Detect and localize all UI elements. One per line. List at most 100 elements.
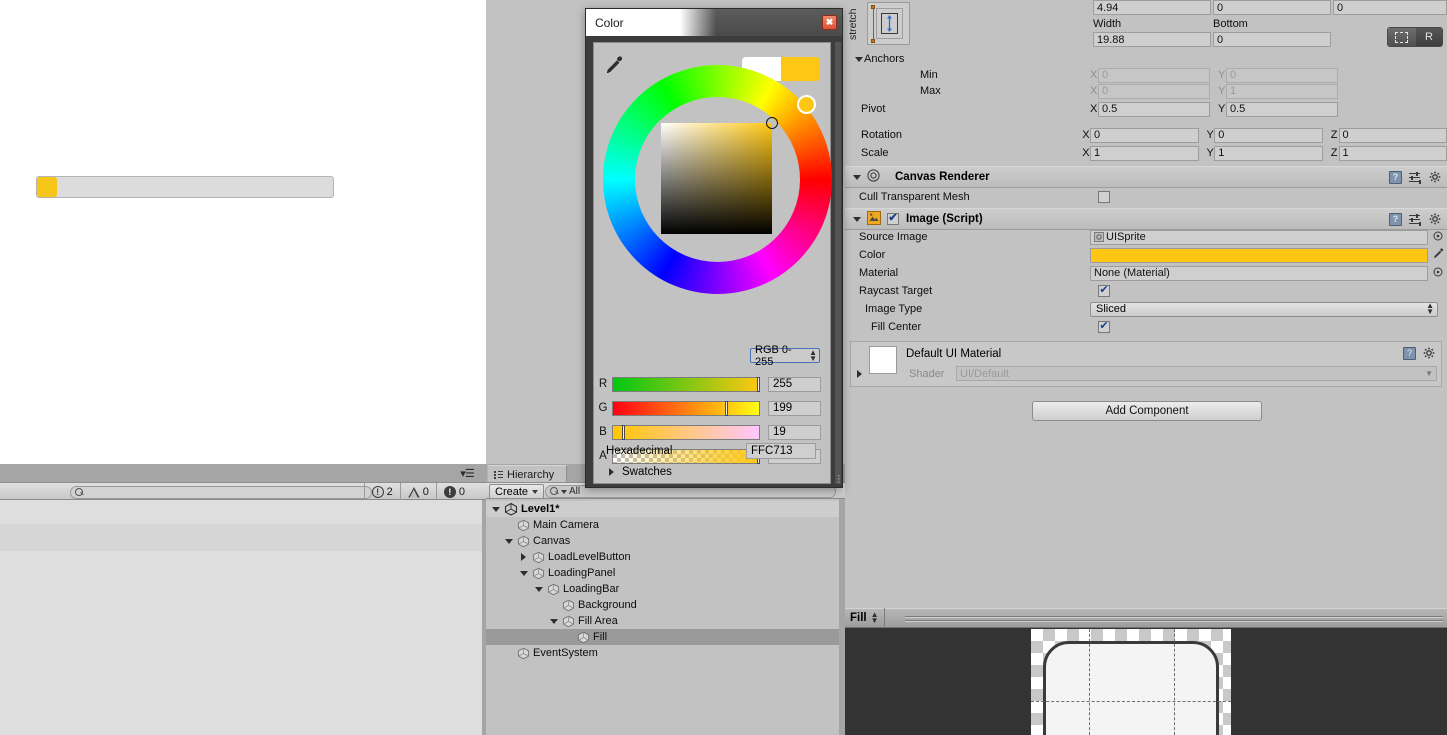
hierarchy-item-fill[interactable]: Fill — [486, 629, 839, 645]
help-icon[interactable]: ? — [1403, 347, 1416, 360]
image-script-foldout-icon[interactable] — [851, 214, 862, 225]
console-error-count[interactable]: ! 0 — [435, 483, 472, 501]
console-log-list[interactable] — [0, 500, 482, 735]
scene-foldout-icon[interactable] — [490, 504, 501, 515]
help-icon[interactable]: ? — [1389, 212, 1402, 226]
create-button[interactable]: Create — [489, 484, 545, 499]
console-warning-count[interactable]: 0 — [399, 483, 436, 501]
preset-icon[interactable] — [1409, 213, 1422, 225]
posz-field[interactable]: 0 — [1333, 0, 1447, 15]
help-icon[interactable]: ? — [1389, 170, 1402, 184]
color-eyedropper-icon[interactable] — [1433, 248, 1444, 262]
bottom-field[interactable]: 0 — [1213, 32, 1331, 47]
scale-z-field[interactable]: 1 — [1338, 145, 1447, 161]
blueprint-mode-button[interactable] — [1388, 28, 1416, 46]
gear-icon[interactable] — [1429, 213, 1442, 226]
color-dialog-scrollbar[interactable] — [835, 42, 841, 484]
fill-center-checkbox[interactable] — [1098, 321, 1110, 333]
channel-knob[interactable] — [757, 376, 760, 392]
pivot-x-field[interactable]: 0.5 — [1098, 101, 1210, 117]
material-field[interactable]: None (Material) — [1090, 265, 1428, 281]
anchor-max-x-field[interactable]: 0 — [1098, 83, 1210, 99]
source-image-field[interactable]: UISprite — [1090, 229, 1428, 245]
color-mode-dropdown[interactable]: RGB 0-255 ▲ ▼ — [750, 344, 820, 368]
material-foldout-icon[interactable] — [854, 368, 865, 379]
channel-value-g[interactable]: 199 — [768, 400, 821, 416]
hierarchy-scene-row[interactable]: Level1* — [486, 501, 839, 517]
blueprint-raw-toggle[interactable]: R — [1387, 27, 1443, 47]
channel-slider-b[interactable] — [612, 424, 760, 440]
gear-icon[interactable] — [1423, 347, 1436, 360]
image-script-enabled-checkbox[interactable] — [887, 213, 899, 225]
shader-dropdown[interactable]: UI/Default ▼ — [956, 366, 1437, 381]
console-search-input[interactable] — [70, 486, 372, 499]
swatches-foldout-icon[interactable] — [606, 467, 617, 478]
preset-icon[interactable] — [1409, 171, 1422, 183]
hierarchy-item-canvas[interactable]: Canvas — [486, 533, 839, 549]
anchor-max-y-field[interactable]: 1 — [1226, 83, 1338, 99]
top-field[interactable]: 0 — [1213, 0, 1331, 15]
scale-x-field[interactable]: 1 — [1090, 145, 1199, 161]
width-field[interactable]: 19.88 — [1093, 32, 1211, 47]
foldout-icon[interactable] — [518, 552, 529, 563]
hierarchy-item-eventsystem[interactable]: EventSystem — [486, 645, 839, 661]
foldout-icon[interactable] — [503, 536, 514, 547]
search-filter-chevron-icon[interactable] — [561, 489, 567, 494]
channel-value-b[interactable]: 19 — [768, 424, 821, 440]
preview-selector[interactable]: Fill ▲ ▼ — [845, 608, 885, 628]
channel-slider-g[interactable] — [612, 400, 760, 416]
preview-drag-handle[interactable] — [905, 615, 1443, 622]
image-script-header[interactable]: Image (Script) ? — [845, 208, 1447, 230]
color-dialog-titlebar[interactable]: Color ✖ — [586, 9, 842, 36]
material-name-label: Default UI Material — [906, 348, 1002, 360]
rotation-z-field[interactable]: 0 — [1338, 127, 1447, 143]
image-type-dropdown[interactable]: Sliced ▲ ▼ — [1090, 301, 1438, 317]
channel-knob[interactable] — [724, 400, 728, 416]
scale-y-field[interactable]: 1 — [1214, 145, 1323, 161]
hierarchy-item-loadingbar[interactable]: LoadingBar — [486, 581, 839, 597]
hierarchy-item-fill-area[interactable]: Fill Area — [486, 613, 839, 629]
foldout-icon[interactable] — [533, 584, 544, 595]
raw-edit-mode-button[interactable]: R — [1415, 28, 1442, 46]
saturation-value-cursor[interactable] — [766, 117, 778, 129]
cull-transparent-mesh-checkbox[interactable] — [1098, 191, 1110, 203]
add-component-button[interactable]: Add Component — [1032, 401, 1262, 421]
tab-hierarchy[interactable]: Hierarchy — [487, 465, 568, 483]
rotation-x-field[interactable]: 0 — [1090, 127, 1199, 143]
anchors-foldout-icon[interactable] — [853, 54, 864, 65]
channel-value-r[interactable]: 255 — [768, 376, 821, 392]
material-picker-icon[interactable] — [1433, 267, 1443, 280]
saturation-value-square[interactable] — [661, 123, 772, 234]
hue-cursor[interactable] — [797, 95, 816, 114]
hierarchy-item-loadlevelbutton[interactable]: LoadLevelButton — [486, 549, 839, 565]
anchor-min-y-field[interactable]: 0 — [1226, 67, 1338, 83]
gear-icon[interactable] — [1429, 171, 1442, 184]
source-image-picker-icon[interactable] — [1433, 231, 1443, 244]
posx-field[interactable]: 4.94 — [1093, 0, 1211, 15]
pivot-y-field[interactable]: 0.5 — [1226, 101, 1338, 117]
anchor-min-x-field[interactable]: 0 — [1098, 67, 1210, 83]
anchors-min-label: Min — [920, 69, 938, 81]
swatches-foldout[interactable]: Swatches — [606, 466, 672, 478]
anchor-preset-widget[interactable] — [867, 2, 910, 45]
hierarchy-item-main-camera[interactable]: Main Camera — [486, 517, 839, 533]
console-options-icon[interactable]: ▾☰ — [458, 467, 476, 480]
hierarchy-item-loadingpanel[interactable]: LoadingPanel — [486, 565, 839, 581]
console-info-count[interactable]: ! 2 — [363, 483, 400, 501]
foldout-icon[interactable] — [518, 568, 529, 579]
canvas-renderer-header[interactable]: Canvas Renderer ? — [845, 166, 1447, 188]
fill-center-row: Fill Center — [853, 318, 1447, 336]
hierarchy-item-background[interactable]: Background — [486, 597, 839, 613]
canvas-renderer-foldout-icon[interactable] — [851, 172, 862, 183]
channel-knob[interactable] — [621, 424, 625, 440]
color-swatch-field[interactable] — [1090, 247, 1428, 263]
rotation-y-field[interactable]: 0 — [1214, 127, 1323, 143]
foldout-icon[interactable] — [548, 616, 559, 627]
color-dialog-tab[interactable]: Color — [586, 9, 680, 36]
raycast-target-checkbox[interactable] — [1098, 285, 1110, 297]
channel-slider-r[interactable] — [612, 376, 760, 392]
close-icon[interactable]: ✖ — [822, 15, 837, 30]
resize-grip-icon[interactable]: ▪ ▪ ▪ — [838, 473, 840, 486]
color-wheel[interactable] — [603, 65, 832, 294]
hexadecimal-field[interactable]: FFC713 — [746, 443, 816, 459]
